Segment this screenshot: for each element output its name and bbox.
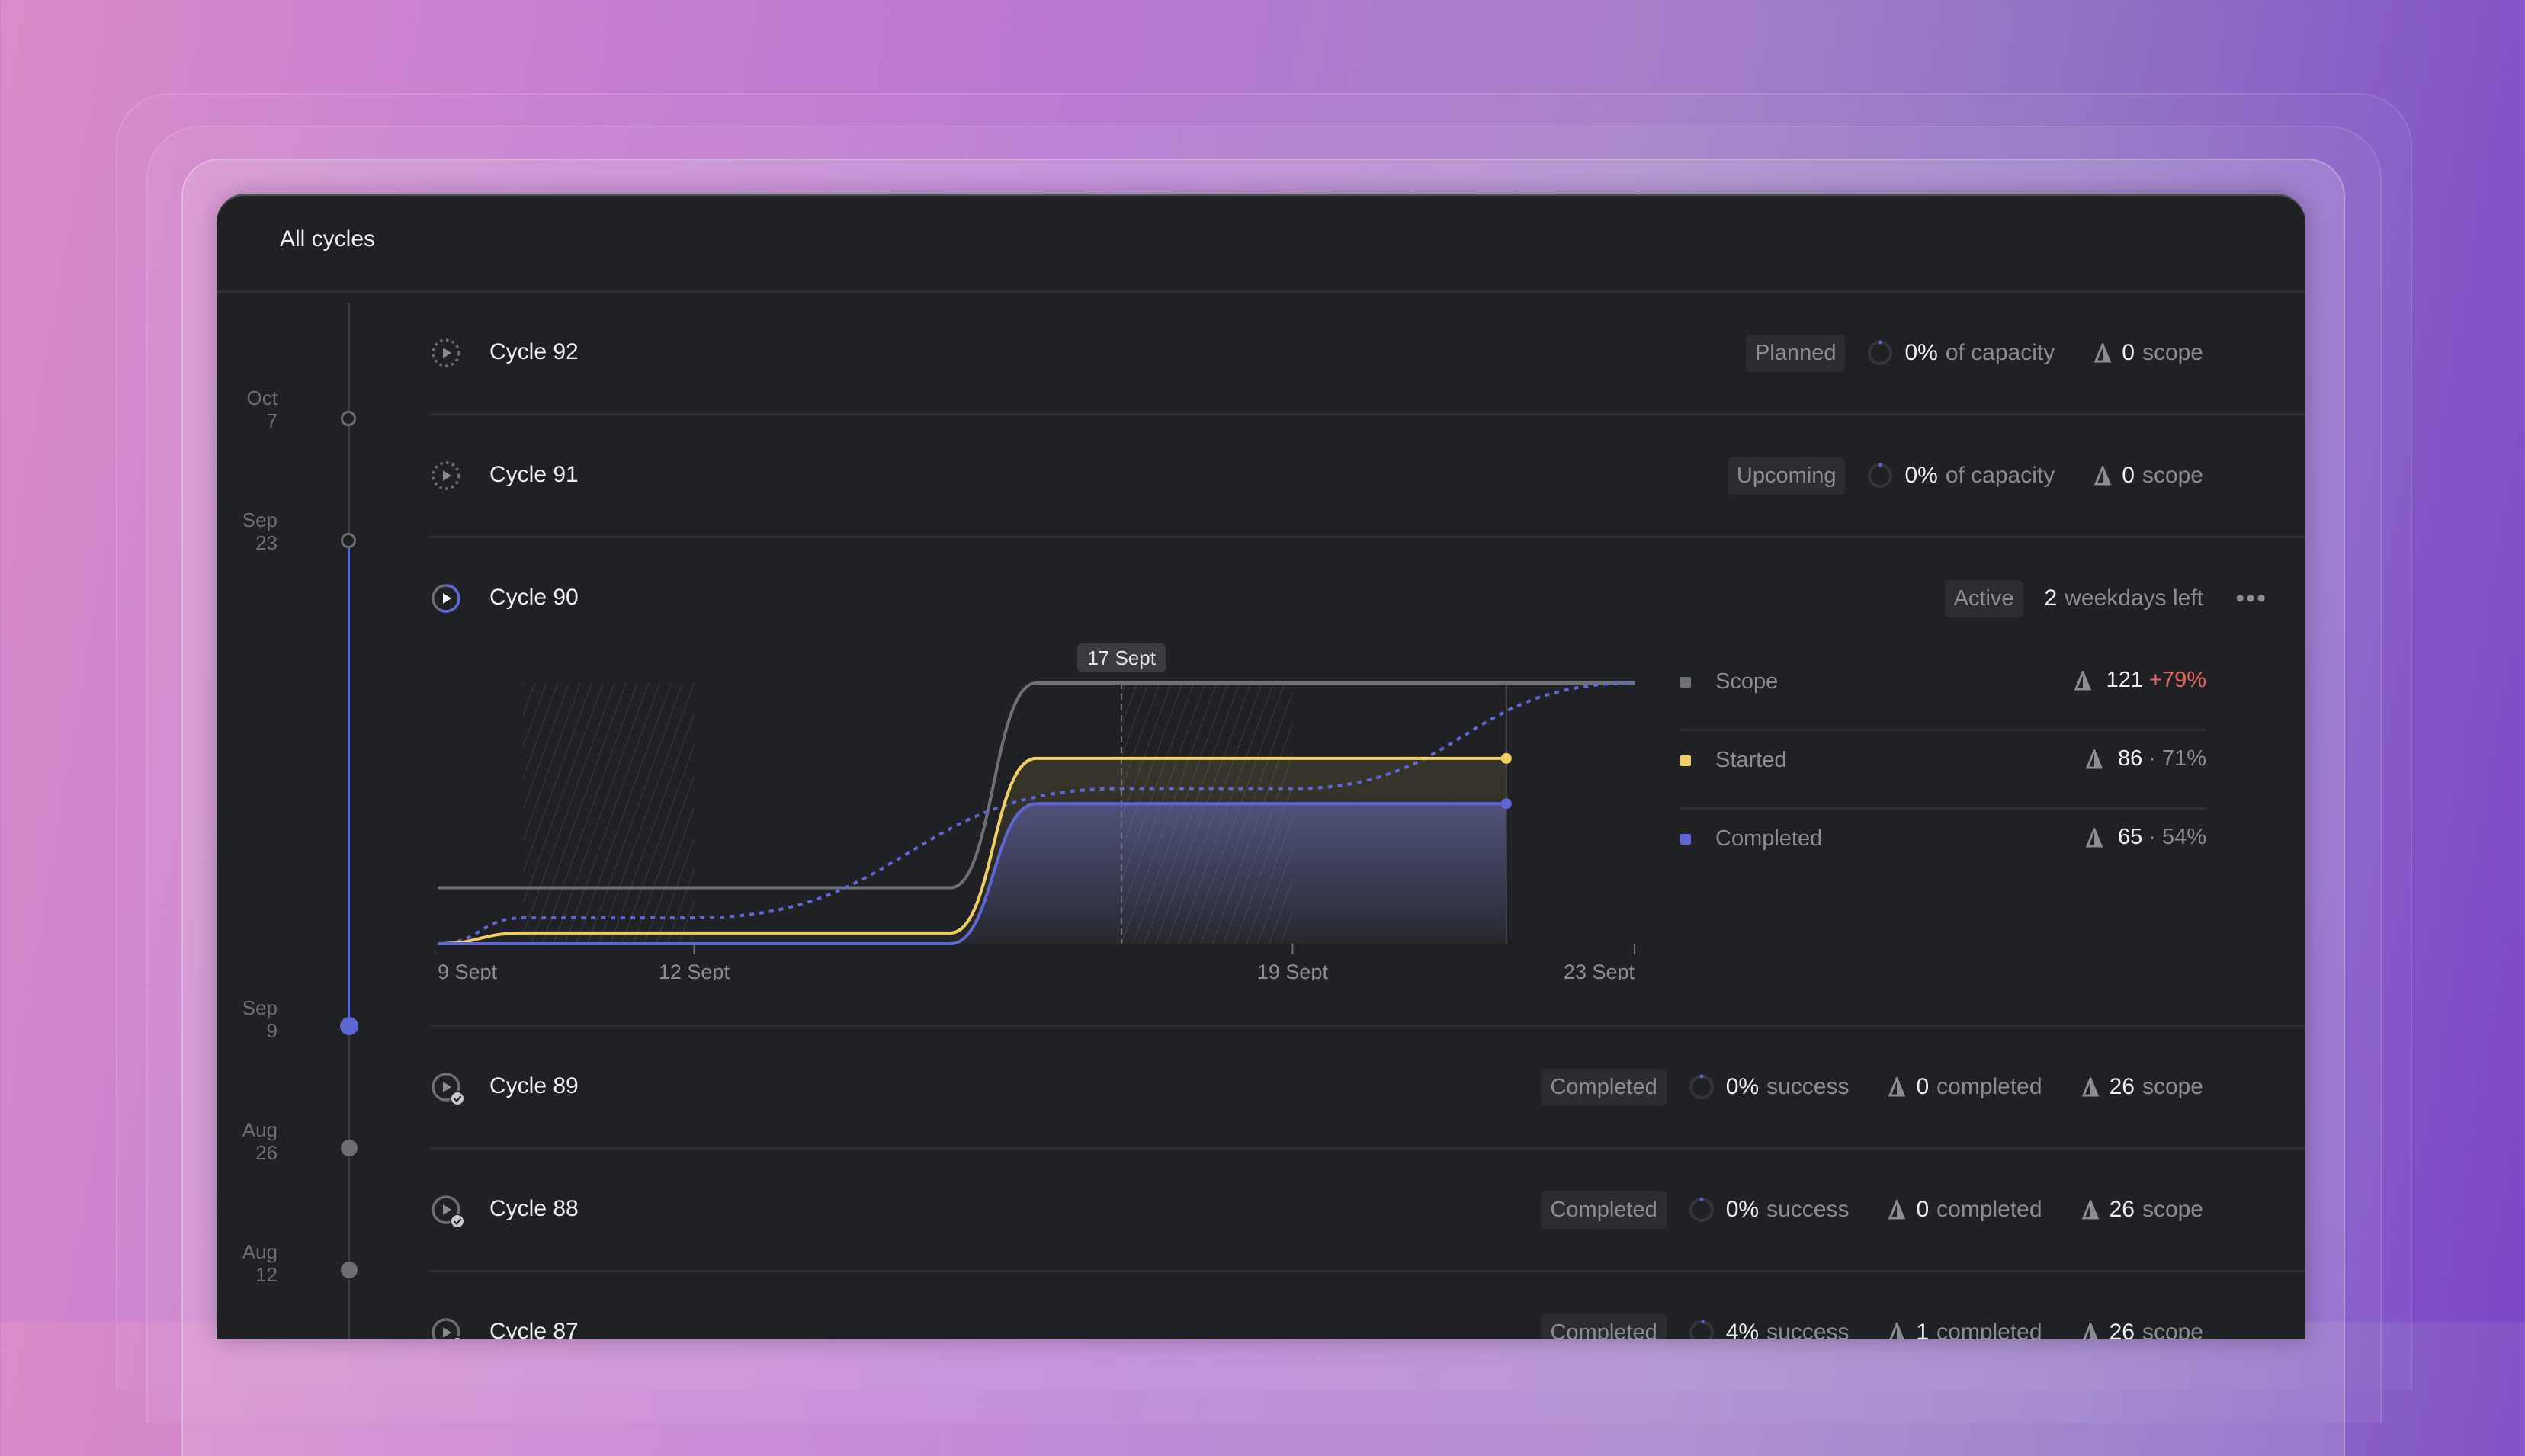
completed-swatch xyxy=(1680,834,1691,845)
completed-cycle-icon xyxy=(432,1318,464,1339)
scope-swatch xyxy=(1680,677,1691,688)
capacity-stat: 0% of capacity xyxy=(1904,463,2055,488)
timeline-dot xyxy=(341,1140,358,1156)
chart-legend: Scope 121 +79% Started 86 · 71% Completed xyxy=(1680,653,2206,886)
legend-item-scope: Scope 121 +79% xyxy=(1680,653,2206,731)
status-badge: Completed xyxy=(1541,1068,1667,1106)
capacity-ring-icon xyxy=(1868,340,1893,365)
success-stat: 4% success xyxy=(1725,1320,1850,1339)
x-tick-label: 9 Sept xyxy=(438,961,498,980)
planned-cycle-icon xyxy=(432,461,460,490)
burnup-chart: 9 Sept 12 Sept 19 Sept 23 Sept 17 Sept xyxy=(437,637,1673,983)
tooltip-label: 17 Sept xyxy=(1087,646,1156,669)
scope-stat: 0 scope xyxy=(2094,463,2203,489)
x-tick-label: 12 Sept xyxy=(659,961,730,980)
cycle-name[interactable]: Cycle 89 xyxy=(489,1073,579,1099)
legend-label: Scope xyxy=(1715,669,1779,694)
estimate-icon xyxy=(2081,1077,2099,1097)
page-title: All cycles xyxy=(280,226,376,252)
completed-stat: 0 completed xyxy=(1888,1074,2042,1100)
estimate-icon xyxy=(1889,1323,1905,1339)
timeline-dot-active xyxy=(340,1017,358,1035)
completed-cycle-icon xyxy=(432,1195,465,1229)
completed-endpoint xyxy=(1500,798,1512,810)
timeline-dot xyxy=(341,1262,358,1278)
estimate-icon xyxy=(2085,827,2103,847)
status-badge: Upcoming xyxy=(1727,457,1846,495)
cycle-stats: Completed 4% success 1 completed 26 scope xyxy=(1541,1312,2203,1339)
cycle-row[interactable]: Cycle 88 Completed 0% success 0 completed … xyxy=(430,1150,2305,1272)
capacity-stat: 0% of capacity xyxy=(1904,340,2055,365)
cycle-name[interactable]: Cycle 88 xyxy=(489,1196,579,1222)
completed-stat: 1 completed xyxy=(1888,1320,2042,1339)
scope-stat: 26 scope xyxy=(2082,1320,2203,1339)
active-cycle-icon xyxy=(432,584,460,613)
legend-item-started: Started 86 · 71% xyxy=(1680,731,2206,810)
scope-stat: 26 scope xyxy=(2081,1197,2203,1223)
success-ring-icon xyxy=(1689,1320,1714,1339)
estimate-icon xyxy=(2085,749,2103,768)
cycle-name[interactable]: Cycle 87 xyxy=(489,1319,579,1339)
capacity-ring-icon xyxy=(1868,463,1893,488)
cycle-row[interactable]: Cycle 89 Completed 0% success 0 completed … xyxy=(430,1027,2305,1150)
cycle-stats: Completed 0% success 0 completed 26 scope xyxy=(1541,1189,2203,1230)
status-badge: Active xyxy=(1944,579,2023,617)
cycle-row[interactable]: Cycle 92 Planned 0% of capacity 0 scope xyxy=(430,293,2305,415)
weekend-band xyxy=(523,683,695,944)
cycles-window: All cycles Oct 7 Sep 23 Sep 9 Aug 26 Aug 12 C… xyxy=(217,194,2305,1339)
cycle-row[interactable]: Cycle 91 Upcoming 0% of capacity 0 scope xyxy=(430,415,2305,538)
timeline-date: Sep 23 xyxy=(242,508,278,554)
timeline-dot xyxy=(341,533,356,548)
success-stat: 0% success xyxy=(1725,1197,1850,1222)
timeline-date: Oct 7 xyxy=(246,386,278,432)
burnup-chart-svg: 9 Sept 12 Sept 19 Sept 23 Sept 17 Sept xyxy=(437,643,1635,983)
estimate-icon xyxy=(2074,670,2091,690)
status-badge: Planned xyxy=(1746,334,1846,372)
legend-label: Started xyxy=(1715,748,1787,772)
scope-stat: 26 scope xyxy=(2081,1074,2203,1100)
scope-stat: 0 scope xyxy=(2094,340,2203,366)
header: All cycles xyxy=(217,196,2305,293)
success-ring-icon xyxy=(1689,1074,1714,1099)
status-badge: Completed xyxy=(1541,1191,1667,1229)
x-tick-label: 23 Sept xyxy=(1564,961,1635,980)
cycle-stats: Upcoming 0% of capacity 0 scope xyxy=(1727,455,2203,496)
completed-stat: 0 completed xyxy=(1888,1197,2042,1223)
cycle-row-active[interactable]: Cycle 90 Active 2 weekdays left ••• 9 Se… xyxy=(430,538,2305,1027)
legend-value: 86 · 71% xyxy=(2085,746,2206,771)
timeline-active-segment xyxy=(348,536,350,1022)
cycle-name[interactable]: Cycle 90 xyxy=(489,585,579,611)
legend-item-completed: Completed 65 · 54% xyxy=(1680,810,2206,886)
estimate-icon xyxy=(2082,1323,2098,1339)
legend-label: Completed xyxy=(1715,826,1823,851)
cycle-name[interactable]: Cycle 91 xyxy=(489,462,579,488)
estimate-icon xyxy=(2094,466,2112,486)
timeline-date: Sep 9 xyxy=(242,996,278,1042)
legend-value: 65 · 54% xyxy=(2085,825,2206,850)
legend-value: 121 +79% xyxy=(2074,668,2206,693)
estimate-icon xyxy=(2081,1200,2099,1220)
started-endpoint xyxy=(1500,752,1512,764)
cycle-stats: Planned 0% of capacity 0 scope xyxy=(1746,332,2203,374)
status-badge: Completed xyxy=(1541,1313,1667,1339)
estimate-icon xyxy=(1888,1077,1906,1097)
cycle-stats: Completed 0% success 0 completed 26 scope xyxy=(1541,1066,2203,1108)
more-options-button[interactable]: ••• xyxy=(2235,584,2267,614)
cycle-row[interactable]: Cycle 87 Completed 4% success 1 completed … xyxy=(430,1272,2305,1339)
days-left-stat: 2 weekdays left xyxy=(2044,585,2203,611)
estimate-icon xyxy=(2094,343,2112,363)
estimate-icon xyxy=(1888,1200,1906,1220)
started-swatch xyxy=(1680,755,1691,766)
completed-cycle-icon xyxy=(432,1073,465,1106)
success-stat: 0% success xyxy=(1725,1074,1850,1099)
cycle-stats: Active 2 weekdays left xyxy=(1944,578,2203,619)
cycle-name[interactable]: Cycle 92 xyxy=(489,339,579,365)
success-ring-icon xyxy=(1689,1197,1714,1222)
timeline-dot xyxy=(341,411,356,426)
planned-cycle-icon xyxy=(432,338,460,367)
timeline-date: Aug 26 xyxy=(242,1118,278,1164)
x-tick-label: 19 Sept xyxy=(1257,961,1329,980)
timeline-date: Aug 12 xyxy=(242,1240,278,1286)
